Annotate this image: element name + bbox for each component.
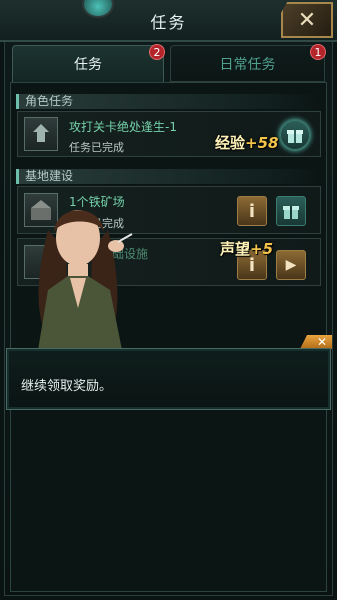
tab-label: 日常任务 xyxy=(219,56,276,73)
section-header-base: 基地建设 xyxy=(16,169,321,184)
gift-icon xyxy=(283,206,299,219)
character-portrait xyxy=(38,210,133,350)
info-button[interactable]: i xyxy=(237,196,267,226)
claim-reward-button[interactable] xyxy=(280,120,310,150)
close-icon: ✕ xyxy=(297,7,317,33)
go-button[interactable]: ▶ xyxy=(276,250,306,280)
tab-daily-tasks[interactable]: 日常任务 xyxy=(170,45,325,82)
arrow-right-icon: ▶ xyxy=(285,257,297,273)
gift-icon xyxy=(287,130,303,143)
reward-exp: 经验+58 xyxy=(215,134,279,152)
close-icon: ✕ xyxy=(316,335,327,349)
close-button[interactable]: ✕ xyxy=(281,2,333,38)
info-icon: i xyxy=(248,200,256,222)
tab-label: 任务 xyxy=(74,57,102,73)
reward-prestige: 声望+5 xyxy=(220,240,274,258)
tab-badge: 2 xyxy=(149,44,165,60)
dialog-box[interactable]: 继续领取奖励。 xyxy=(6,348,331,410)
task-name: 攻打关卡绝处逢生-1 xyxy=(69,120,177,134)
section-header-role: 角色任务 xyxy=(16,94,321,109)
task-status: 任务已完成 xyxy=(69,141,124,154)
shield-icon xyxy=(33,124,49,142)
tab-badge: 1 xyxy=(310,44,326,60)
dialog-text: 继续领取奖励。 xyxy=(21,379,113,394)
claim-reward-button[interactable] xyxy=(276,196,306,226)
tab-tasks[interactable]: 任务 xyxy=(12,45,164,82)
task-icon xyxy=(24,117,58,151)
